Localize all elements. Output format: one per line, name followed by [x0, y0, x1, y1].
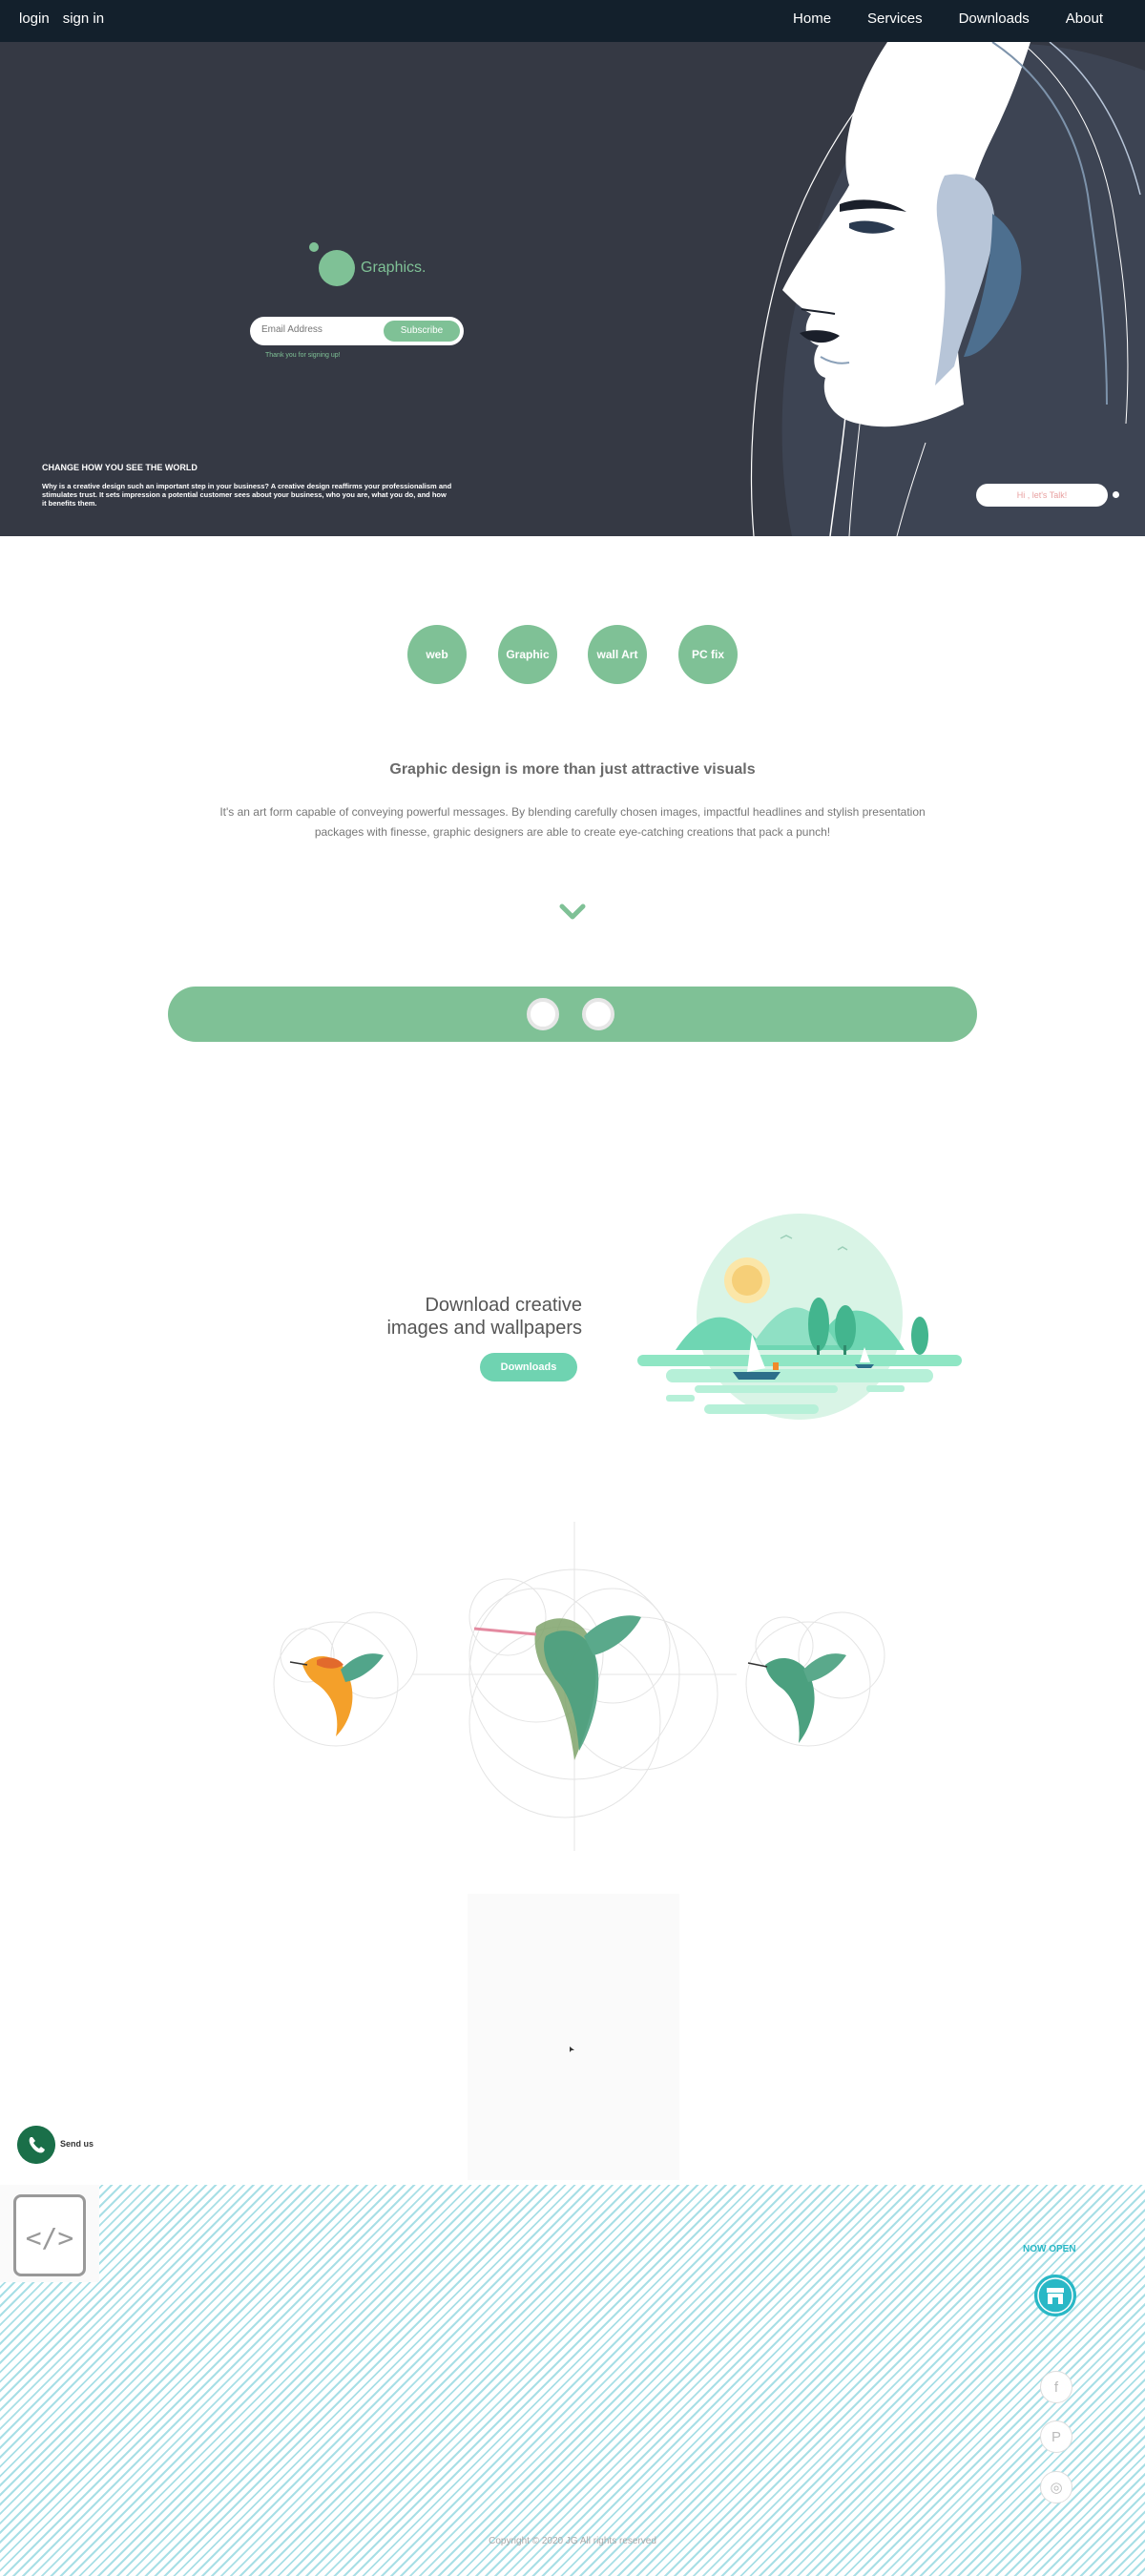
hero-section: Graphics. Subscribe Thank you for signin… — [0, 42, 1145, 536]
logo-text: Graphics. — [361, 260, 427, 276]
hero-tagline-title: CHANGE HOW YOU SEE THE WORLD — [42, 463, 198, 472]
whatsapp-label: Send us — [60, 2139, 94, 2149]
signin-link[interactable]: sign in — [63, 10, 104, 27]
nav-services[interactable]: Services — [867, 10, 923, 27]
intro-heading: Graphic design is more than just attract… — [389, 761, 756, 778]
chevron-down-icon[interactable] — [559, 903, 586, 922]
auth-links: login sign in — [19, 10, 104, 27]
instagram-icon[interactable]: ◎ — [1040, 2471, 1072, 2503]
intro-paragraph: It's an art form capable of conveying po… — [219, 805, 926, 839]
facebook-icon[interactable]: f — [1040, 2371, 1072, 2403]
graphics-logo: Graphics. — [309, 242, 443, 290]
slider-dot-2[interactable] — [582, 998, 614, 1030]
nav-about[interactable]: About — [1066, 10, 1103, 27]
category-graphic[interactable]: Graphic — [498, 625, 557, 684]
category-wall-art[interactable]: wall Art — [588, 625, 647, 684]
signup-thanks-text: Thank you for signing up! — [265, 352, 341, 359]
main-nav: Home Services Downloads About — [793, 10, 1103, 27]
category-pc-fix[interactable]: PC fix — [678, 625, 738, 684]
nav-downloads[interactable]: Downloads — [959, 10, 1030, 27]
faded-placeholder-image — [468, 1894, 679, 2180]
slider-bar — [168, 987, 977, 1042]
slider-dot-1[interactable] — [527, 998, 559, 1030]
logo-large-dot — [319, 250, 355, 286]
code-icon: </> — [13, 2194, 86, 2276]
downloads-button[interactable]: Downloads — [480, 1353, 577, 1381]
hummingbird-design-sketches — [273, 1522, 885, 1851]
cursor-arrow-icon — [570, 2046, 574, 2052]
download-heading-line2: images and wallpapers — [386, 1318, 582, 1339]
nav-home[interactable]: Home — [793, 10, 831, 27]
hero-tagline-body: Why is a creative design such an importa… — [42, 482, 452, 508]
login-link[interactable]: login — [19, 10, 50, 27]
now-open-label: NOW OPEN — [1023, 2244, 1076, 2254]
logo-small-dot — [309, 242, 319, 252]
download-heading: Download creative images and wallpapers — [344, 1294, 582, 1340]
copyright-text: Copyright © 2020 JG All rights reserved — [489, 2536, 656, 2546]
footer — [0, 2185, 1145, 2576]
whatsapp-icon[interactable] — [17, 2126, 55, 2164]
subscribe-button[interactable]: Subscribe — [384, 321, 460, 342]
chat-indicator-dot — [1113, 491, 1119, 498]
woman-profile-illustration — [750, 42, 1145, 536]
subscribe-form: Subscribe — [250, 317, 464, 345]
landscape-illustration — [637, 1214, 962, 1420]
pinterest-icon[interactable]: P — [1040, 2420, 1072, 2453]
email-field[interactable] — [261, 324, 376, 335]
top-navbar: login sign in Home Services Downloads Ab… — [0, 0, 1145, 42]
store-icon[interactable] — [1034, 2275, 1076, 2316]
download-heading-line1: Download creative — [425, 1295, 582, 1316]
code-badge[interactable]: </> — [0, 2185, 99, 2282]
chat-bubble-button[interactable]: Hi , let's Talk! — [976, 484, 1108, 507]
category-web[interactable]: web — [407, 625, 467, 684]
